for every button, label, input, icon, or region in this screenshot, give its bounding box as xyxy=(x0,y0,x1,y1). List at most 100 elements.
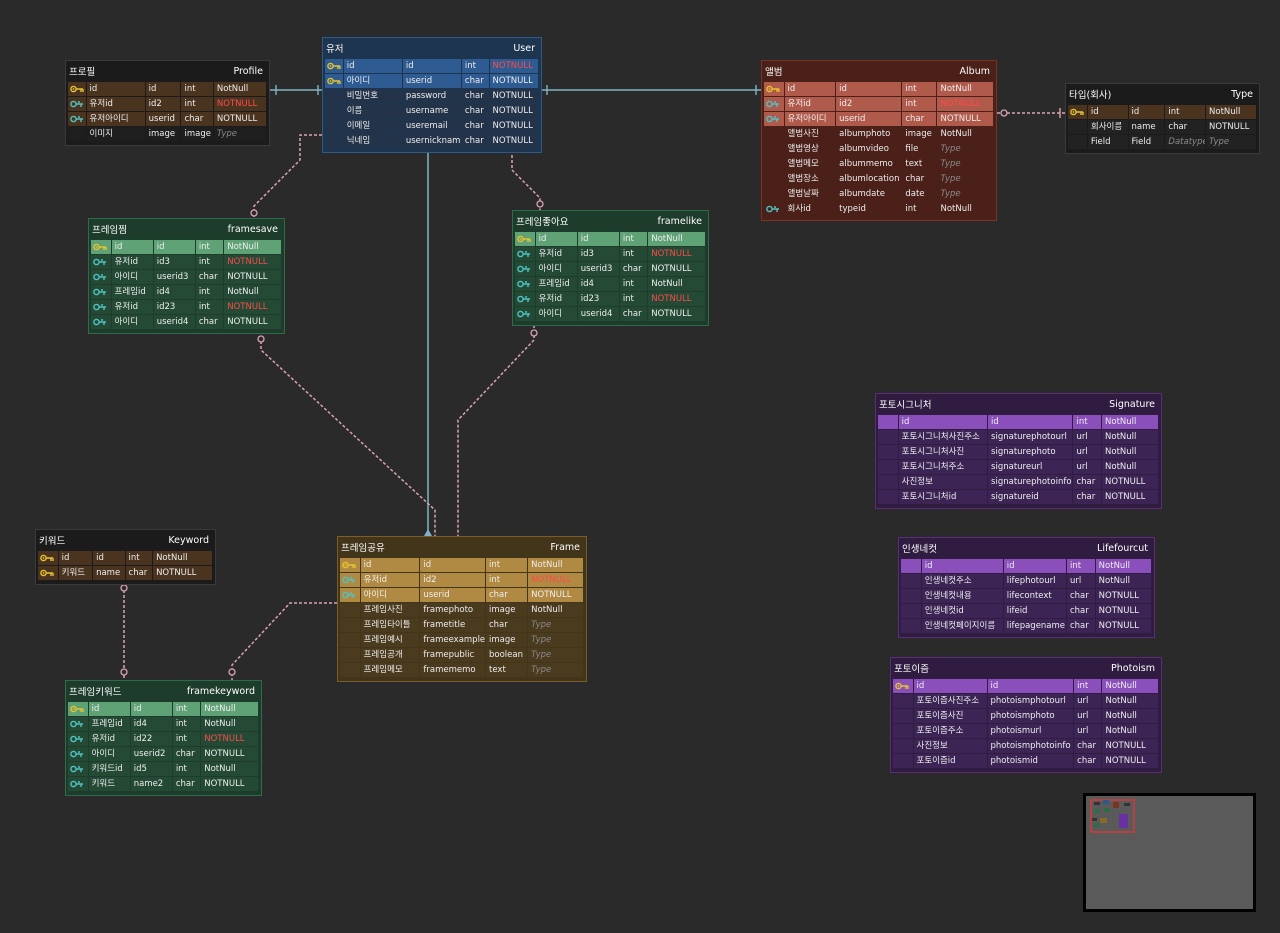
cell-label[interactable]: 프레임id xyxy=(111,284,153,299)
table-header[interactable]: 프레임키워드 framekeyword xyxy=(66,681,261,701)
cell-constraint[interactable]: NOTNULL xyxy=(648,261,705,276)
cell-label[interactable]: 회사id xyxy=(784,201,836,216)
cell-label[interactable]: 아이디 xyxy=(111,269,153,284)
table-row[interactable]: 포토시그니처사진주소 signaturephotourl url NotNull xyxy=(878,429,1159,444)
table-row[interactable]: 프레임id id4 int NotNull xyxy=(68,716,259,731)
table-row[interactable]: 아이디 userid3 char NOTNULL xyxy=(515,261,706,276)
table-row[interactable]: Field Field Datatype Type xyxy=(1068,134,1257,149)
cell-type[interactable]: char xyxy=(195,269,224,284)
cell-type[interactable]: int xyxy=(1074,678,1102,693)
cell-constraint[interactable]: NOTNULL xyxy=(648,291,705,306)
cell-constraint[interactable]: NOTNULL xyxy=(213,96,266,111)
cell-field[interactable]: id23 xyxy=(153,299,195,314)
cell-constraint[interactable]: NOTNULL xyxy=(648,246,705,261)
cell-type[interactable]: char xyxy=(1066,603,1095,618)
cell-field[interactable]: typeid xyxy=(836,201,902,216)
table-framesave[interactable]: 프레임찜 framesave id id int NotNull 유저id id3 int NOT… xyxy=(88,218,285,334)
table-row[interactable]: 유저id id23 int NOTNULL xyxy=(515,291,706,306)
cell-field[interactable]: id xyxy=(402,58,461,73)
cell-type[interactable]: int xyxy=(172,731,201,746)
cell-field[interactable]: userid xyxy=(145,111,181,126)
cell-label[interactable]: 앨범사진 xyxy=(784,126,836,141)
cell-field[interactable]: userid4 xyxy=(577,306,619,321)
cell-label[interactable]: id xyxy=(784,81,836,96)
table-row[interactable]: 포토시그니처주소 signatureurl url NotNull xyxy=(878,459,1159,474)
cell-type[interactable]: int xyxy=(619,291,648,306)
cell-label[interactable]: 앨범영상 xyxy=(784,141,836,156)
table-header[interactable]: 타입(회사) Type xyxy=(1066,84,1259,104)
cell-label[interactable]: 아이디 xyxy=(535,261,577,276)
table-row[interactable]: id id int NotNull xyxy=(764,81,994,96)
cell-constraint[interactable]: NOTNULL xyxy=(1102,738,1158,753)
cell-field[interactable]: framememo xyxy=(420,662,485,677)
cell-type[interactable]: int xyxy=(1165,104,1206,119)
cell-type[interactable]: text xyxy=(486,662,528,677)
table-row[interactable]: 앨범메모 albummemo text Type xyxy=(764,156,994,171)
cell-constraint[interactable]: NOTNULL xyxy=(1206,119,1256,134)
cell-field[interactable]: id xyxy=(1003,558,1066,573)
cell-label[interactable]: 아이디 xyxy=(535,306,577,321)
cell-type[interactable]: url xyxy=(1073,444,1102,459)
cell-field[interactable]: Field xyxy=(1128,134,1165,149)
cell-field[interactable]: id3 xyxy=(577,246,619,261)
cell-field[interactable]: useremail xyxy=(402,118,461,133)
cell-field[interactable]: frametitle xyxy=(420,617,485,632)
cell-constraint[interactable]: NotNull xyxy=(1095,573,1151,588)
table-row[interactable]: 아이디 userid4 char NOTNULL xyxy=(515,306,706,321)
cell-label[interactable]: Field xyxy=(1087,134,1128,149)
cell-constraint[interactable]: NotNull xyxy=(201,716,258,731)
cell-field[interactable]: userid xyxy=(402,73,461,88)
cell-field[interactable]: userid3 xyxy=(153,269,195,284)
cell-label[interactable]: 아이디 xyxy=(88,746,130,761)
cell-type[interactable]: text xyxy=(902,156,937,171)
cell-label[interactable]: 키워드 xyxy=(88,776,130,791)
cell-label[interactable]: 앨범날짜 xyxy=(784,186,836,201)
table-row[interactable]: 유저id id3 int NOTNULL xyxy=(515,246,706,261)
cell-type[interactable]: image xyxy=(902,126,937,141)
link-frame-framekeyword[interactable] xyxy=(231,602,337,680)
table-row[interactable]: 프레임사진 framephoto image NotNull xyxy=(340,602,584,617)
cell-field[interactable]: signaturephotourl xyxy=(988,429,1073,444)
table-row[interactable]: id id int NOTNULL xyxy=(325,58,539,73)
table-row[interactable]: 프레임메모 framememo text Type xyxy=(340,662,584,677)
cell-label[interactable]: 유저id xyxy=(535,246,577,261)
cell-type[interactable]: char xyxy=(172,746,201,761)
cell-field[interactable]: userid xyxy=(420,587,485,602)
cell-constraint[interactable]: NOTNULL xyxy=(1102,474,1158,489)
cell-constraint[interactable]: NotNull xyxy=(1102,678,1158,693)
table-row[interactable]: 아이디 userid char NOTNULL xyxy=(325,73,539,88)
cell-constraint[interactable]: NOTNULL xyxy=(489,118,538,133)
cell-field[interactable]: id2 xyxy=(836,96,902,111)
cell-constraint[interactable]: Type xyxy=(937,141,993,156)
table-row[interactable]: 회사이름 name char NOTNULL xyxy=(1068,119,1257,134)
table-row[interactable]: 유저id id3 int NOTNULL xyxy=(91,254,282,269)
cell-constraint[interactable]: NotNull xyxy=(1102,414,1158,429)
cell-constraint[interactable]: NOTNULL xyxy=(224,269,281,284)
cell-label[interactable]: 닉네임 xyxy=(343,133,402,148)
cell-constraint[interactable]: NOTNULL xyxy=(489,73,538,88)
cell-label[interactable]: 포토이즘id xyxy=(913,753,987,768)
table-row[interactable]: 회사id typeid int NotNull xyxy=(764,201,994,216)
table-row[interactable]: 프레임id id4 int NotNull xyxy=(515,276,706,291)
cell-label[interactable]: 이름 xyxy=(343,103,402,118)
cell-label[interactable]: 포토이즘주소 xyxy=(913,723,987,738)
table-header[interactable]: 프로필 Profile xyxy=(66,61,269,81)
cell-field[interactable]: lifephotourl xyxy=(1003,573,1066,588)
cell-field[interactable]: lifeid xyxy=(1003,603,1066,618)
cell-type[interactable]: int xyxy=(181,96,213,111)
cell-field[interactable]: id xyxy=(153,239,195,254)
cell-field[interactable]: id xyxy=(988,414,1073,429)
cell-field[interactable]: frameexample xyxy=(420,632,485,647)
table-row[interactable]: id id int NotNull xyxy=(893,678,1159,693)
cell-constraint[interactable]: NOTNULL xyxy=(224,254,281,269)
cell-type[interactable]: int xyxy=(486,572,528,587)
cell-label[interactable]: 프레임id xyxy=(535,276,577,291)
table-row[interactable]: 키워드 name2 char NOTNULL xyxy=(68,776,259,791)
cell-label[interactable]: id xyxy=(535,231,577,246)
table-row[interactable]: 프레임타이틀 frametitle char Type xyxy=(340,617,584,632)
cell-constraint[interactable]: NOTNULL xyxy=(1102,489,1158,504)
table-row[interactable]: 프레임공개 framepublic boolean Type xyxy=(340,647,584,662)
cell-label[interactable]: 인생네컷주소 xyxy=(921,573,1003,588)
table-header[interactable]: 프레임공유 Frame xyxy=(338,537,586,557)
table-row[interactable]: 아이디 userid2 char NOTNULL xyxy=(68,746,259,761)
